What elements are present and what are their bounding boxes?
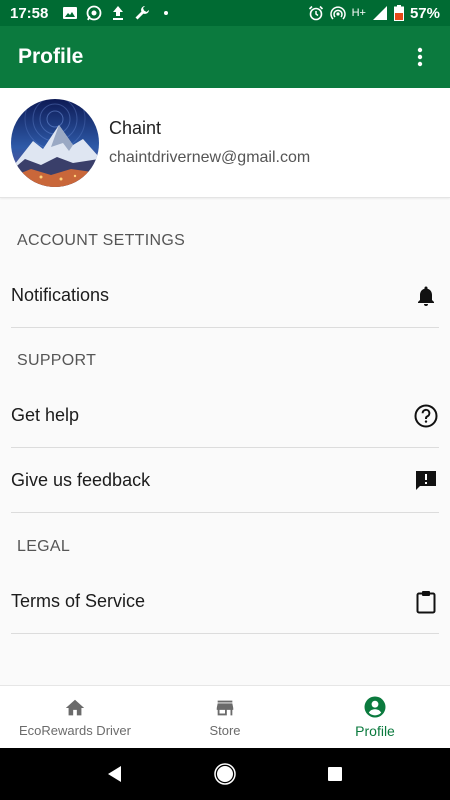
home-icon [65, 699, 85, 715]
bell-icon [413, 283, 439, 309]
clipboard-icon [413, 589, 439, 615]
nav-label-ecorewards-driver: EcoRewards Driver [19, 722, 131, 738]
get-help-row[interactable]: Get help [11, 384, 439, 448]
status-time: 17:58 [10, 4, 49, 22]
system-navigation-bar [0, 748, 450, 800]
hotspot-icon [329, 5, 346, 21]
bottom-navigation: EcoRewards Driver Store Profile [0, 685, 450, 748]
avatar[interactable] [11, 98, 99, 187]
page-title: Profile [18, 45, 84, 68]
terms-label: Terms of Service [11, 591, 146, 611]
get-help-label: Get help [11, 405, 80, 425]
notifications-label: Notifications [11, 285, 110, 305]
alarm-icon [308, 5, 324, 21]
battery-icon [393, 5, 404, 21]
more-vert-icon [417, 47, 423, 67]
section-header-legal: LEGAL [17, 538, 71, 555]
whatsapp-notification-icon [86, 5, 102, 21]
recents-square-icon [328, 767, 342, 781]
home-circle-icon [214, 763, 236, 785]
nav-item-store[interactable]: Store [150, 686, 300, 748]
back-triangle-icon [108, 766, 121, 782]
nav-item-ecorewards-driver[interactable]: EcoRewards Driver [0, 686, 150, 748]
profile-email: chaintdrivernew@gmail.com [109, 149, 311, 166]
signal-icon [372, 5, 388, 21]
section-header-support: SUPPORT [17, 352, 97, 369]
status-bar: 17:58 H+ 57% [0, 0, 450, 26]
back-button[interactable] [100, 759, 130, 789]
battery-percent: 57% [409, 4, 440, 22]
notifications-row[interactable]: Notifications [11, 264, 439, 328]
wrench-notification-icon [134, 5, 150, 21]
feedback-label: Give us feedback [11, 470, 151, 490]
feedback-icon [413, 468, 439, 494]
profile-card[interactable]: Chaint chaintdrivernew@gmail.com [0, 88, 450, 198]
feedback-row[interactable]: Give us feedback [11, 449, 439, 513]
more-notifications-dot-icon [158, 5, 174, 21]
section-header-account-settings: ACCOUNT SETTINGS [17, 232, 186, 249]
nav-label-store: Store [209, 722, 241, 738]
network-type: H+ [351, 7, 366, 19]
account-circle-icon [364, 696, 386, 718]
more-options-button[interactable] [408, 45, 432, 69]
home-button[interactable] [210, 759, 240, 789]
profile-name: Chaint [109, 118, 162, 138]
help-circle-icon [413, 403, 439, 429]
nav-item-profile[interactable]: Profile [300, 686, 450, 748]
store-icon [216, 700, 234, 715]
app-bar: Profile [0, 26, 450, 88]
gallery-notification-icon [62, 5, 78, 21]
recents-button[interactable] [320, 759, 350, 789]
terms-of-service-row[interactable]: Terms of Service [11, 570, 439, 634]
nav-label-profile: Profile [355, 723, 395, 739]
upload-notification-icon [110, 5, 126, 21]
